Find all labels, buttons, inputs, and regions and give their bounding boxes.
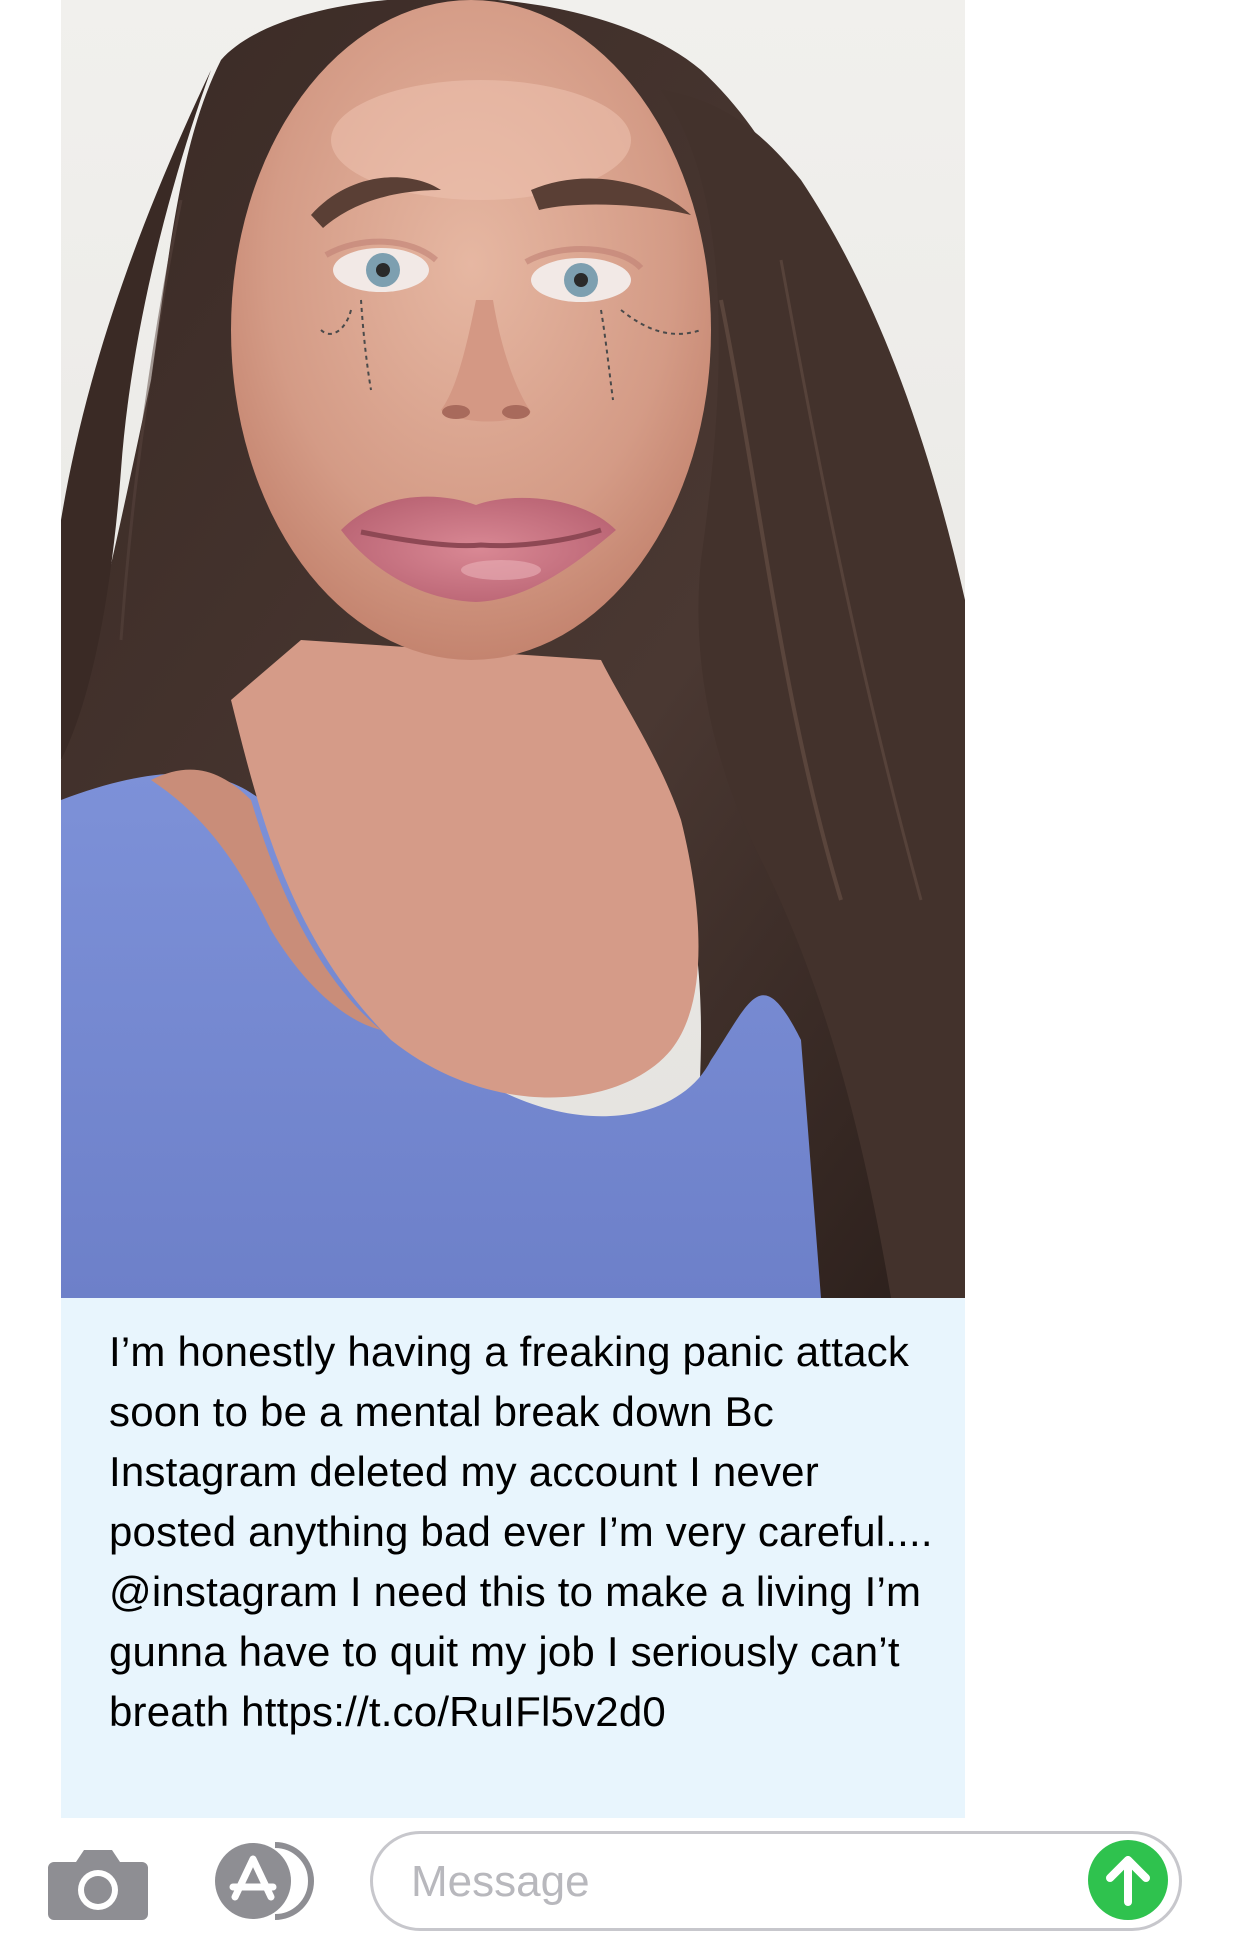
message-field[interactable] — [370, 1831, 1182, 1931]
arrow-up-icon — [1106, 1856, 1150, 1906]
camera-button[interactable] — [48, 1848, 148, 1920]
send-button[interactable] — [1088, 1840, 1168, 1920]
app-store-icon — [215, 1842, 314, 1920]
link-preview-image — [61, 0, 965, 1298]
link-preview-card[interactable]: I’m honestly having a freaking panic att… — [61, 0, 965, 1818]
message-input[interactable] — [409, 1848, 1033, 1916]
imessage-screen: I’m honestly having a freaking panic att… — [0, 0, 1242, 1945]
camera-icon — [48, 1850, 148, 1920]
link-preview-caption: I’m honestly having a freaking panic att… — [109, 1328, 945, 1735]
app-store-button[interactable] — [205, 1839, 325, 1923]
